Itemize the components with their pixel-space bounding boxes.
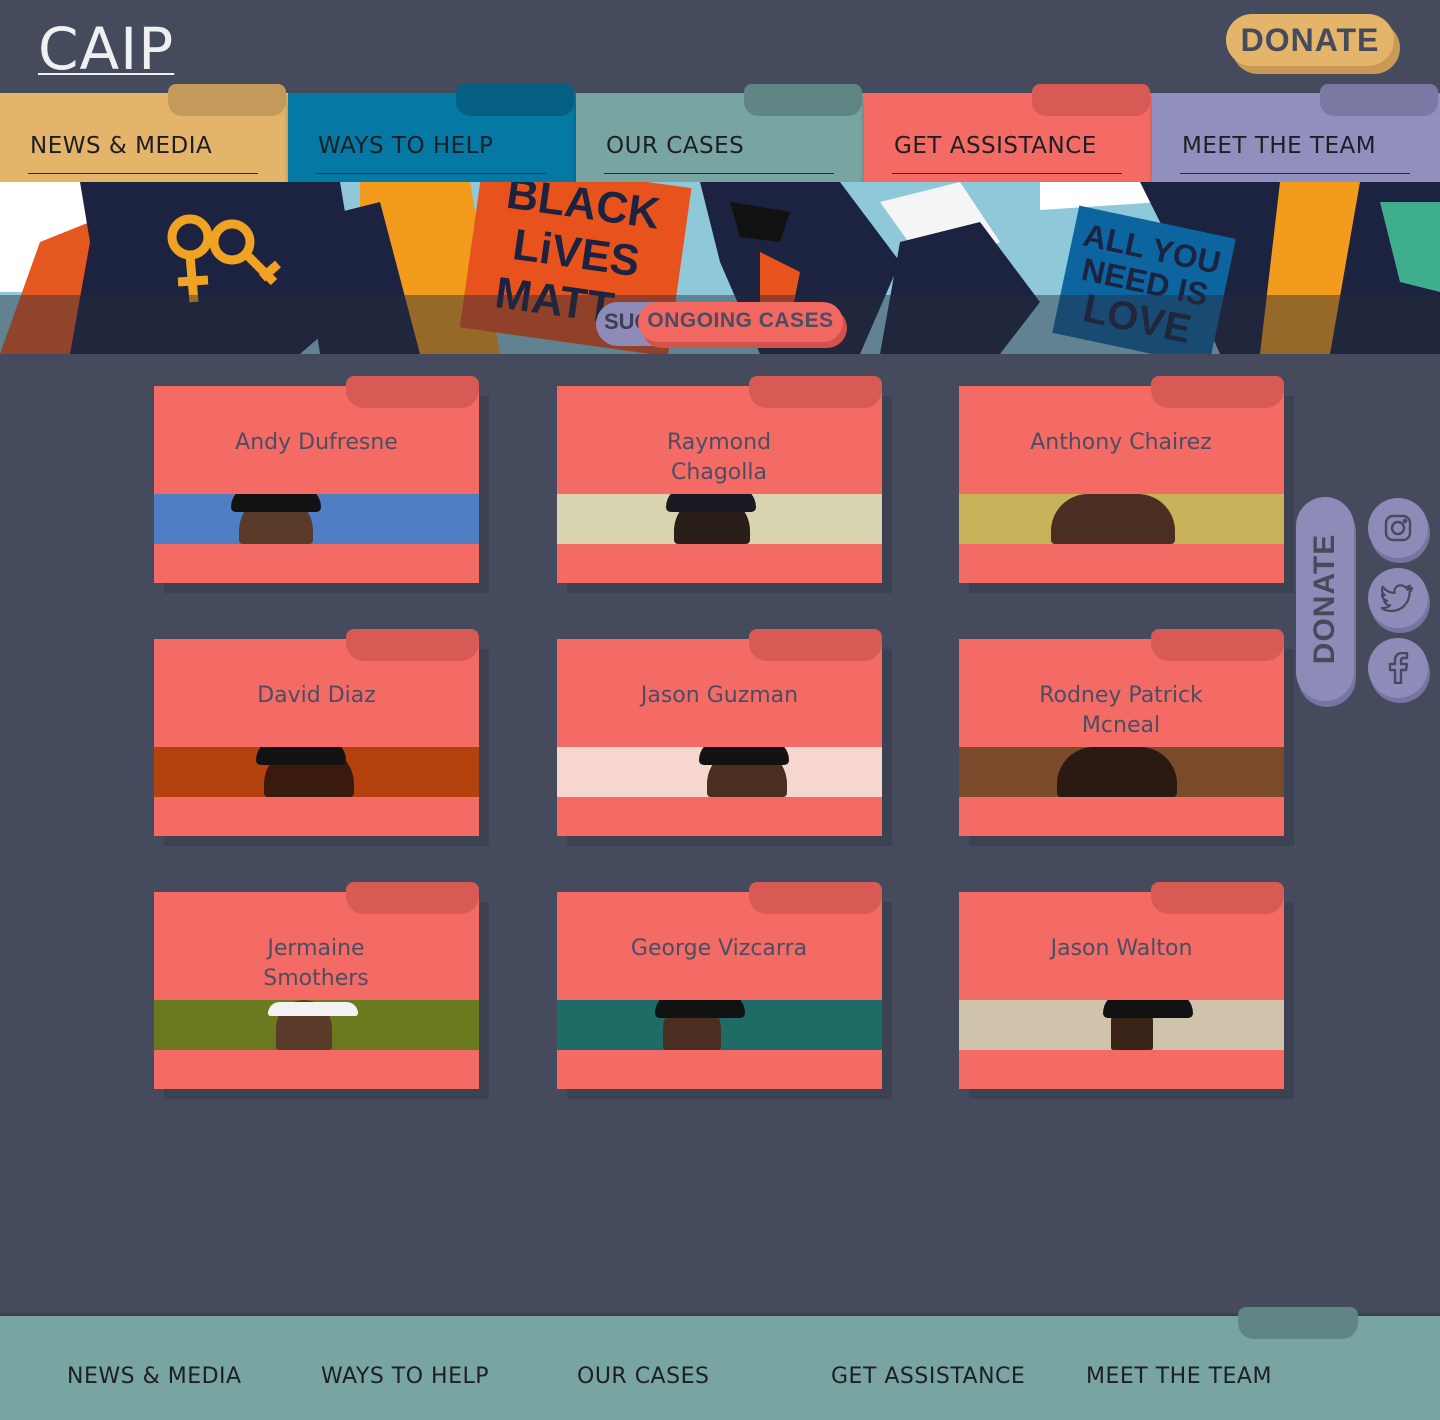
case-name: Rodney Patrick Mcneal [1039,683,1203,738]
nav-tab-ways-to-help[interactable]: WAYS TO HELP [288,84,576,182]
case-photo [154,494,479,544]
case-name: Andy Dufresne [235,430,398,455]
footer-link-ways-to-help[interactable]: WAYS TO HELP [321,1364,489,1389]
folder-tab [1151,629,1284,661]
case-photo [557,494,882,544]
portrait [231,494,321,544]
nav-tab-our-cases[interactable]: OUR CASES [576,84,864,182]
footer-link-get-assistance[interactable]: GET ASSISTANCE [831,1364,1025,1389]
portrait [268,1000,358,1050]
nav-tab-underline [892,173,1122,174]
instagram-icon[interactable] [1368,498,1428,558]
tab-ear [168,84,286,116]
footer-link-meet-the-team[interactable]: MEET THE TEAM [1086,1364,1272,1389]
case-card[interactable]: Anthony Chairez [959,376,1284,583]
side-donate-label: DONATE [1308,533,1341,665]
nav-tab-underline [28,173,258,174]
case-photo [154,747,479,797]
nav-tab-underline [316,173,546,174]
tab-ear [1320,84,1438,116]
case-card[interactable]: Andy Dufresne [154,376,479,583]
folder-tab [749,629,882,661]
case-name: Raymond Chagolla [666,430,772,485]
nav-tab-get-assistance[interactable]: GET ASSISTANCE [864,84,1152,182]
tab-ear [456,84,574,116]
portrait [1103,1000,1193,1050]
case-photo [557,747,882,797]
case-card[interactable]: David Diaz [154,629,479,836]
case-card[interactable]: Jason Guzman [557,629,882,836]
folder-tab [1151,376,1284,408]
donate-button[interactable]: DONATE [1226,14,1394,66]
nav-tab-underline [604,173,834,174]
case-photo [959,494,1284,544]
nav-tab-meet-the-team[interactable]: MEET THE TEAM [1152,84,1440,182]
case-name: Anthony Chairez [1030,430,1212,455]
portrait [256,747,354,797]
case-card[interactable]: Raymond Chagolla [557,376,882,583]
tab-ongoing-cases[interactable]: ONGOING CASES [638,302,843,342]
portrait [1051,494,1175,544]
case-name: George Vizcarra [630,936,808,961]
nav-tab-label: NEWS & MEDIA [30,133,213,159]
case-name: Jermaine Smothers [263,936,369,991]
nav-tab-news-media[interactable]: NEWS & MEDIA [0,84,288,182]
folder-tab [346,882,479,914]
tab-ear [744,84,862,116]
case-card[interactable]: Jason Walton [959,882,1284,1089]
case-card[interactable]: George Vizcarra [557,882,882,1089]
portrait [666,494,756,544]
portrait [699,747,789,797]
nav-tab-label: OUR CASES [606,133,745,159]
folder-tab [749,376,882,408]
case-name: Jason Walton [1050,936,1193,961]
side-donate-button[interactable]: DONATE [1296,497,1354,701]
case-card[interactable]: Rodney Patrick Mcneal [959,629,1284,836]
case-photo [959,747,1284,797]
folder-tab [346,629,479,661]
folder-tab [749,882,882,914]
case-name: David Diaz [257,683,376,708]
footer: NEWS & MEDIA WAYS TO HELP OUR CASES GET … [0,1307,1440,1420]
footer-link-our-cases[interactable]: OUR CASES [577,1364,709,1389]
nav-tab-underline [1180,173,1410,174]
case-photo [959,1000,1284,1050]
folder-tab [1238,1307,1358,1339]
tab-ear [1032,84,1150,116]
portrait [1057,747,1177,797]
folder-tab [346,376,479,408]
nav-tab-label: WAYS TO HELP [318,133,494,159]
case-card[interactable]: Jermaine Smothers [154,882,479,1089]
footer-link-news-media[interactable]: NEWS & MEDIA [67,1364,242,1389]
nav-tab-label: GET ASSISTANCE [894,133,1097,159]
portrait [655,1000,745,1050]
facebook-icon[interactable] [1368,638,1428,698]
main-nav: NEWS & MEDIA WAYS TO HELP OUR CASES GET … [0,84,1440,182]
case-photo [557,1000,882,1050]
case-name: Jason Guzman [640,683,799,708]
nav-tab-label: MEET THE TEAM [1182,133,1377,159]
case-photo [154,1000,479,1050]
folder-tab [1151,882,1284,914]
twitter-icon[interactable] [1368,568,1428,628]
site-logo[interactable]: CAIP [38,14,174,84]
